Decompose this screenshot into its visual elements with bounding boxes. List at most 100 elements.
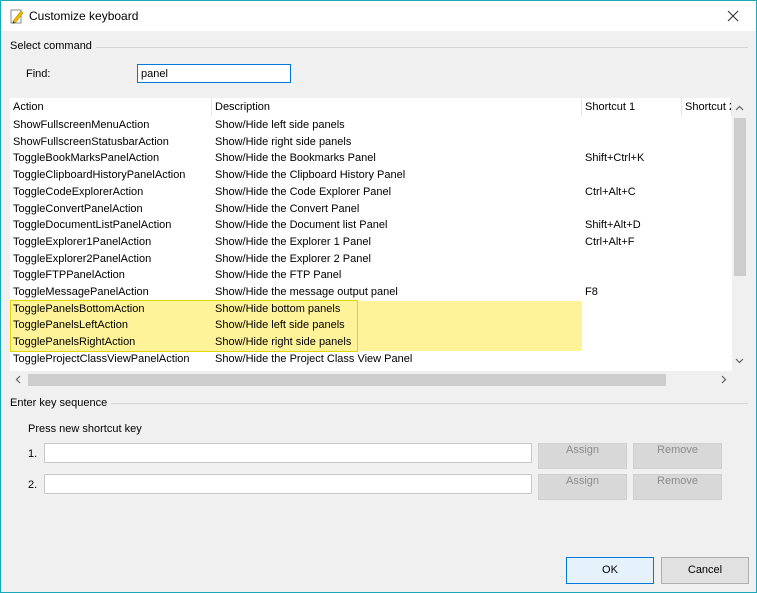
- shortcut-2-cell: [682, 150, 732, 167]
- scrollbar-corner: [732, 371, 747, 388]
- table-rows: ShowFullscreenMenuAction Show/Hide left s…: [10, 117, 732, 371]
- description-cell: Show/Hide the Explorer 2 Panel: [215, 253, 371, 265]
- window-title: Customize keyboard: [29, 9, 139, 23]
- table-row[interactable]: ToggleBookMarksPanelAction Show/Hide the …: [10, 150, 732, 167]
- table-row[interactable]: ToggleMessagePanelAction Show/Hide the me…: [10, 284, 732, 301]
- press-shortcut-label: Press new shortcut key: [28, 423, 142, 435]
- shortcut-2-input[interactable]: [44, 474, 532, 494]
- key-sequence-divider: [10, 403, 748, 404]
- title-bar: Customize keyboard: [1, 1, 756, 31]
- scroll-right-button[interactable]: [716, 371, 732, 388]
- shortcut-2-cell: [682, 184, 732, 201]
- shortcut-1-input[interactable]: [44, 443, 532, 463]
- action-cell: ToggleBookMarksPanelAction: [13, 152, 160, 164]
- column-header-shortcut-2[interactable]: Shortcut 2: [682, 98, 732, 116]
- shortcut-2-cell: [682, 351, 732, 368]
- chevron-down-icon: [735, 358, 744, 364]
- remove-button-1[interactable]: Remove: [633, 443, 722, 469]
- vertical-scroll-thumb[interactable]: [734, 118, 746, 276]
- column-header-description[interactable]: Description: [212, 98, 582, 116]
- description-cell: Show/Hide the FTP Panel: [215, 269, 342, 281]
- shortcut-2-cell: [682, 251, 732, 268]
- chevron-up-icon: [735, 105, 744, 111]
- notepad-pencil-icon: [10, 8, 24, 24]
- description-cell: Show/Hide the Document list Panel: [215, 219, 388, 231]
- chevron-left-icon: [15, 375, 21, 384]
- ok-button[interactable]: OK: [566, 557, 654, 584]
- shortcut-1-cell: [582, 117, 682, 134]
- table-row[interactable]: TogglePanelsBottomAction Show/Hide bottom…: [10, 301, 732, 318]
- vertical-scrollbar[interactable]: [732, 98, 747, 371]
- table-row[interactable]: ShowFullscreenMenuAction Show/Hide left s…: [10, 117, 732, 134]
- horizontal-scrollbar[interactable]: [10, 371, 732, 388]
- select-command-group-label: Select command: [10, 40, 96, 52]
- scroll-up-button[interactable]: [732, 100, 747, 116]
- assign-button-2[interactable]: Assign: [538, 474, 627, 500]
- find-input[interactable]: [137, 64, 291, 83]
- description-cell: Show/Hide left side panels: [212, 317, 582, 334]
- shortcut-2-cell: [682, 317, 732, 334]
- key-sequence-group-label: Enter key sequence: [10, 397, 112, 409]
- action-cell: ToggleFTPPanelAction: [13, 269, 125, 281]
- description-cell: Show/Hide right side panels: [215, 136, 352, 148]
- description-cell: Show/Hide the Convert Panel: [215, 203, 360, 215]
- column-header-action[interactable]: Action: [10, 98, 212, 116]
- shortcut-2-cell: [682, 334, 732, 351]
- table-row[interactable]: ToggleDocumentListPanelAction Show/Hide t…: [10, 217, 732, 234]
- shortcut-number-2: 2.: [28, 479, 38, 491]
- action-cell: ToggleExplorer1PanelAction: [13, 236, 152, 248]
- table-row[interactable]: TogglePanelsRightAction Show/Hide right s…: [10, 334, 732, 351]
- table-row[interactable]: ToggleExplorer1PanelAction Show/Hide the …: [10, 234, 732, 251]
- action-cell: ShowFullscreenStatusbarAction: [13, 136, 169, 148]
- shortcut-2-cell: [682, 117, 732, 134]
- action-cell: ToggleMessagePanelAction: [13, 286, 149, 298]
- shortcut-2-cell: [682, 301, 732, 318]
- shortcut-1-cell: [582, 334, 682, 351]
- shortcut-1-cell: Ctrl+Alt+C: [585, 186, 636, 198]
- scroll-left-button[interactable]: [10, 371, 26, 388]
- shortcut-2-cell: [682, 134, 732, 151]
- table-row[interactable]: TogglePanelsLeftAction Show/Hide left sid…: [10, 317, 732, 334]
- table-row[interactable]: ShowFullscreenStatusbarAction Show/Hide r…: [10, 134, 732, 151]
- action-cell: ToggleCodeExplorerAction: [13, 186, 144, 198]
- description-cell: Show/Hide the Clipboard History Panel: [215, 169, 406, 181]
- shortcut-2-cell: [682, 217, 732, 234]
- shortcut-1-cell: [582, 134, 682, 151]
- action-cell: ToggleDocumentListPanelAction: [13, 219, 172, 231]
- table-row[interactable]: ToggleCodeExplorerAction Show/Hide the Co…: [10, 184, 732, 201]
- horizontal-scroll-thumb[interactable]: [28, 374, 666, 386]
- scroll-down-button[interactable]: [732, 353, 747, 369]
- action-cell: ToggleExplorer2PanelAction: [13, 253, 152, 265]
- description-cell: Show/Hide left side panels: [215, 119, 345, 131]
- description-cell: Show/Hide right side panels: [212, 334, 582, 351]
- shortcut-1-cell: Ctrl+Alt+F: [585, 236, 635, 248]
- description-cell: Show/Hide bottom panels: [212, 301, 582, 318]
- find-label: Find:: [26, 68, 51, 80]
- cancel-button[interactable]: Cancel: [661, 557, 749, 584]
- action-cell: ShowFullscreenMenuAction: [13, 119, 150, 131]
- description-cell: Show/Hide the Project Class View Panel: [215, 353, 413, 365]
- table-row[interactable]: ToggleClipboardHistoryPanelAction Show/Hi…: [10, 167, 732, 184]
- remove-button-2[interactable]: Remove: [633, 474, 722, 500]
- assign-button-1[interactable]: Assign: [538, 443, 627, 469]
- column-header-shortcut-1[interactable]: Shortcut 1: [582, 98, 682, 116]
- shortcut-1-cell: F8: [585, 286, 598, 298]
- table-row[interactable]: ToggleProjectClassViewPanelAction Show/Hi…: [10, 351, 732, 368]
- shortcut-1-cell: Shift+Ctrl+K: [585, 152, 645, 164]
- action-cell: TogglePanelsBottomAction: [10, 301, 212, 318]
- table-row[interactable]: ToggleFTPPanelAction Show/Hide the FTP Pa…: [10, 267, 732, 284]
- action-cell: ToggleProjectClassViewPanelAction: [13, 353, 190, 365]
- table-row[interactable]: ToggleConvertPanelAction Show/Hide the Co…: [10, 201, 732, 218]
- action-cell: TogglePanelsLeftAction: [10, 317, 212, 334]
- commands-table: Action Description Shortcut 1 Shortcut 2…: [10, 98, 747, 388]
- shortcut-2-cell: [682, 201, 732, 218]
- select-command-divider: [10, 47, 748, 48]
- action-cell: ToggleClipboardHistoryPanelAction: [13, 169, 186, 181]
- table-row[interactable]: ToggleExplorer2PanelAction Show/Hide the …: [10, 251, 732, 268]
- shortcut-1-cell: [582, 251, 682, 268]
- chevron-right-icon: [721, 375, 727, 384]
- shortcut-1-cell: Shift+Alt+D: [585, 219, 641, 231]
- shortcut-1-cell: [582, 167, 682, 184]
- description-cell: Show/Hide the message output panel: [215, 286, 398, 298]
- close-button[interactable]: [710, 1, 756, 31]
